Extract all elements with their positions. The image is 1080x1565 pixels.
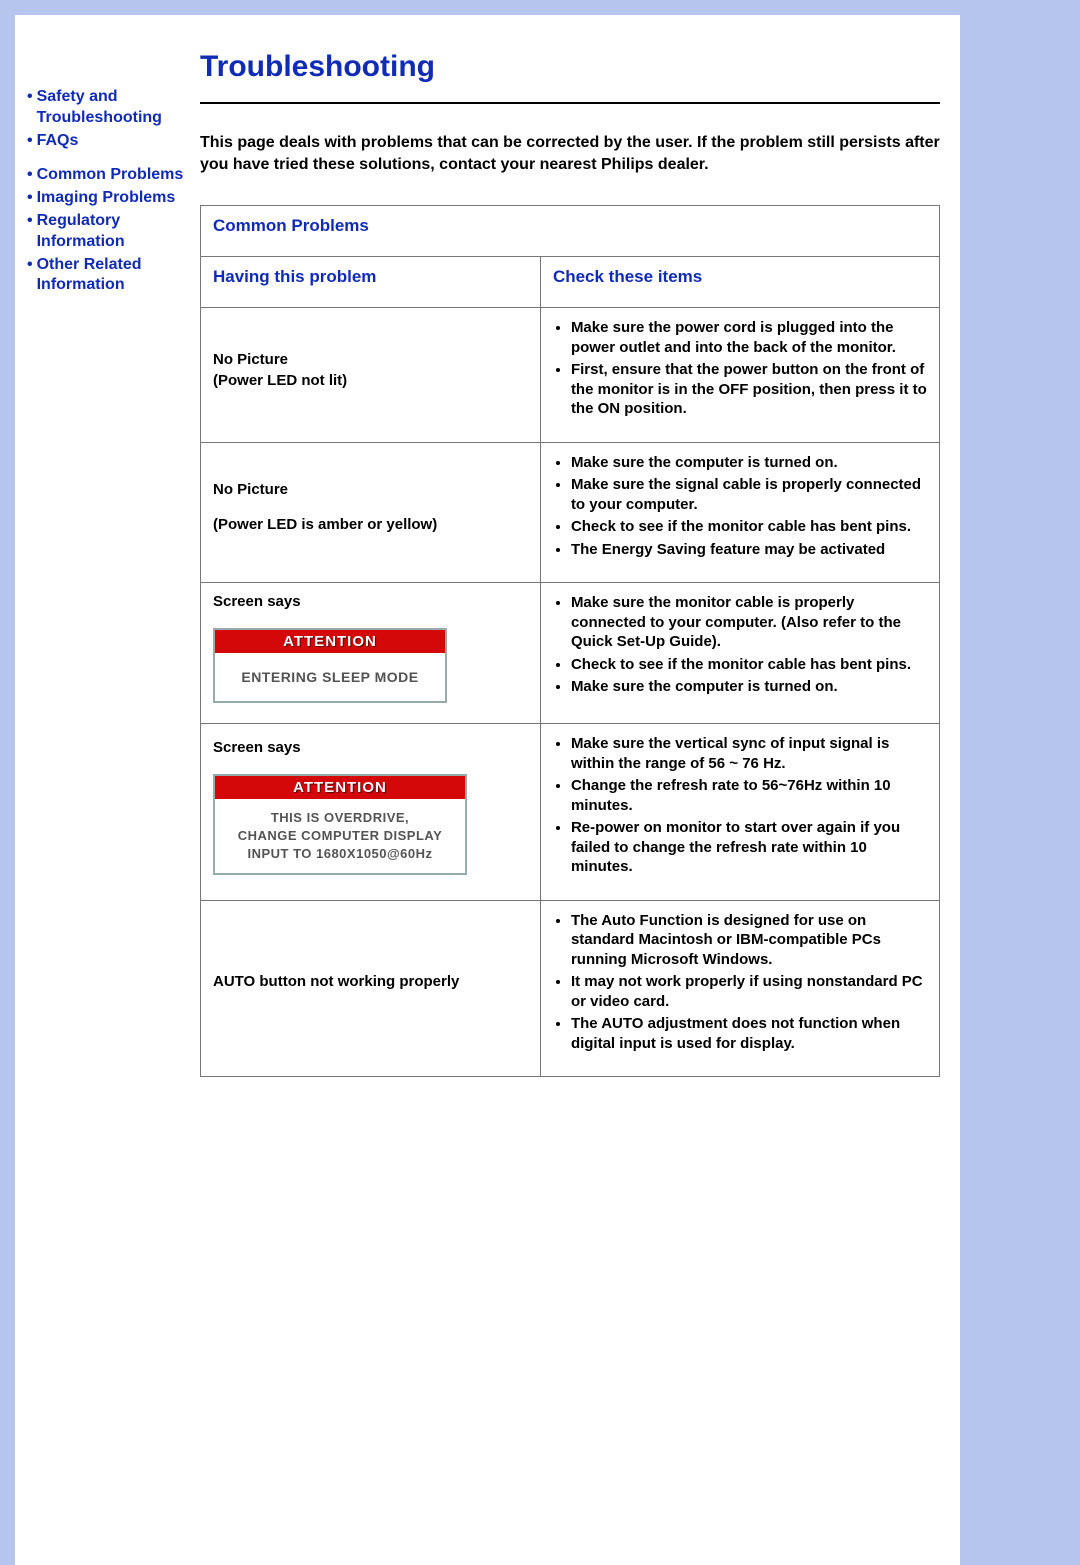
bullet-icon: • bbox=[27, 131, 33, 152]
list-item: Make sure the power cord is plugged into… bbox=[571, 318, 927, 357]
check-cell: Make sure the vertical sync of input sig… bbox=[540, 724, 939, 901]
sidebar-item-safety[interactable]: • Safety and Troubleshooting bbox=[25, 87, 190, 129]
attention-body: ENTERING SLEEP MODE bbox=[215, 653, 445, 701]
problem-title: AUTO button not working properly bbox=[213, 973, 528, 990]
problem-cell: AUTO button not working properly bbox=[201, 900, 541, 1077]
list-item: The Auto Function is designed for use on… bbox=[571, 911, 927, 970]
list-item: Change the refresh rate to 56~76Hz withi… bbox=[571, 776, 927, 815]
problem-sub: (Power LED not lit) bbox=[213, 372, 528, 389]
check-list: Make sure the power cord is plugged into… bbox=[571, 318, 927, 419]
problem-sub: (Power LED is amber or yellow) bbox=[213, 516, 528, 533]
troubleshooting-table: Common Problems Having this problem Chec… bbox=[200, 205, 940, 1077]
problem-title: Screen says bbox=[213, 593, 528, 610]
list-item: Make sure the signal cable is properly c… bbox=[571, 475, 927, 514]
problem-cell: No Picture (Power LED is amber or yellow… bbox=[201, 442, 541, 583]
check-list: Make sure the monitor cable is properly … bbox=[571, 593, 927, 697]
check-list: Make sure the computer is turned on. Mak… bbox=[571, 453, 927, 560]
col-header-check: Check these items bbox=[540, 257, 939, 308]
attention-line: CHANGE COMPUTER DISPLAY bbox=[238, 828, 443, 843]
problem-title: No Picture bbox=[213, 351, 528, 368]
attention-box: ATTENTION ENTERING SLEEP MODE bbox=[213, 628, 447, 703]
sidebar-item-regulatory[interactable]: • Regulatory Information bbox=[25, 211, 190, 253]
bullet-icon: • bbox=[27, 87, 33, 129]
page-root: • Safety and Troubleshooting • FAQs • Co… bbox=[15, 15, 960, 1565]
list-item: Check to see if the monitor cable has be… bbox=[571, 517, 927, 537]
sidebar-item-imaging-problems[interactable]: • Imaging Problems bbox=[25, 188, 190, 209]
attention-header: ATTENTION bbox=[215, 630, 445, 653]
list-item: First, ensure that the power button on t… bbox=[571, 360, 927, 419]
bullet-icon: • bbox=[27, 188, 33, 209]
check-list: The Auto Function is designed for use on… bbox=[571, 911, 927, 1054]
list-item: The Energy Saving feature may be activat… bbox=[571, 540, 927, 560]
intro-text: This page deals with problems that can b… bbox=[200, 132, 940, 175]
problem-title: Screen says bbox=[213, 739, 528, 756]
nav-link[interactable]: Common Problems bbox=[37, 165, 184, 186]
page-title: Troubleshooting bbox=[200, 50, 940, 84]
check-cell: Make sure the computer is turned on. Mak… bbox=[540, 442, 939, 583]
attention-body: THIS IS OVERDRIVE, CHANGE COMPUTER DISPL… bbox=[215, 799, 465, 874]
table-row: Screen says ATTENTION ENTERING SLEEP MOD… bbox=[201, 583, 940, 724]
bullet-icon: • bbox=[27, 211, 33, 253]
sidebar-item-common-problems[interactable]: • Common Problems bbox=[25, 165, 190, 186]
attention-header: ATTENTION bbox=[215, 776, 465, 799]
problem-cell: Screen says ATTENTION THIS IS OVERDRIVE,… bbox=[201, 724, 541, 901]
check-cell: Make sure the power cord is plugged into… bbox=[540, 308, 939, 443]
sidebar-item-faqs[interactable]: • FAQs bbox=[25, 131, 190, 152]
table-row: AUTO button not working properly The Aut… bbox=[201, 900, 940, 1077]
list-item: Make sure the vertical sync of input sig… bbox=[571, 734, 927, 773]
nav-link[interactable]: Regulatory Information bbox=[37, 211, 190, 253]
col-header-problem: Having this problem bbox=[201, 257, 541, 308]
problem-cell: Screen says ATTENTION ENTERING SLEEP MOD… bbox=[201, 583, 541, 724]
sidebar-item-other-related[interactable]: • Other Related Information bbox=[25, 255, 190, 297]
attention-line: THIS IS OVERDRIVE, bbox=[271, 810, 409, 825]
list-item: Make sure the monitor cable is properly … bbox=[571, 593, 927, 652]
nav-link[interactable]: Imaging Problems bbox=[37, 188, 176, 209]
table-row: No Picture (Power LED not lit) Make sure… bbox=[201, 308, 940, 443]
nav-link[interactable]: Other Related Information bbox=[37, 255, 190, 297]
list-item: The AUTO adjustment does not function wh… bbox=[571, 1014, 927, 1053]
nav-link[interactable]: Safety and Troubleshooting bbox=[37, 87, 190, 129]
attention-box: ATTENTION THIS IS OVERDRIVE, CHANGE COMP… bbox=[213, 774, 467, 876]
main-content: Troubleshooting This page deals with pro… bbox=[190, 35, 950, 1525]
divider bbox=[200, 102, 940, 104]
list-item: Make sure the computer is turned on. bbox=[571, 677, 927, 697]
table-row: No Picture (Power LED is amber or yellow… bbox=[201, 442, 940, 583]
check-cell: The Auto Function is designed for use on… bbox=[540, 900, 939, 1077]
list-item: Make sure the computer is turned on. bbox=[571, 453, 927, 473]
problem-cell: No Picture (Power LED not lit) bbox=[201, 308, 541, 443]
nav-link[interactable]: FAQs bbox=[37, 131, 79, 152]
check-cell: Make sure the monitor cable is properly … bbox=[540, 583, 939, 724]
list-item: Re-power on monitor to start over again … bbox=[571, 818, 927, 877]
sidebar-nav: • Safety and Troubleshooting • FAQs • Co… bbox=[25, 35, 190, 1525]
list-item: Check to see if the monitor cable has be… bbox=[571, 655, 927, 675]
attention-line: INPUT TO 1680X1050@60Hz bbox=[247, 846, 432, 861]
check-list: Make sure the vertical sync of input sig… bbox=[571, 734, 927, 877]
list-item: It may not work properly if using nonsta… bbox=[571, 972, 927, 1011]
table-row: Screen says ATTENTION THIS IS OVERDRIVE,… bbox=[201, 724, 940, 901]
table-section-header: Common Problems bbox=[201, 206, 940, 257]
problem-title: No Picture bbox=[213, 481, 528, 498]
bullet-icon: • bbox=[27, 255, 33, 297]
bullet-icon: • bbox=[27, 165, 33, 186]
